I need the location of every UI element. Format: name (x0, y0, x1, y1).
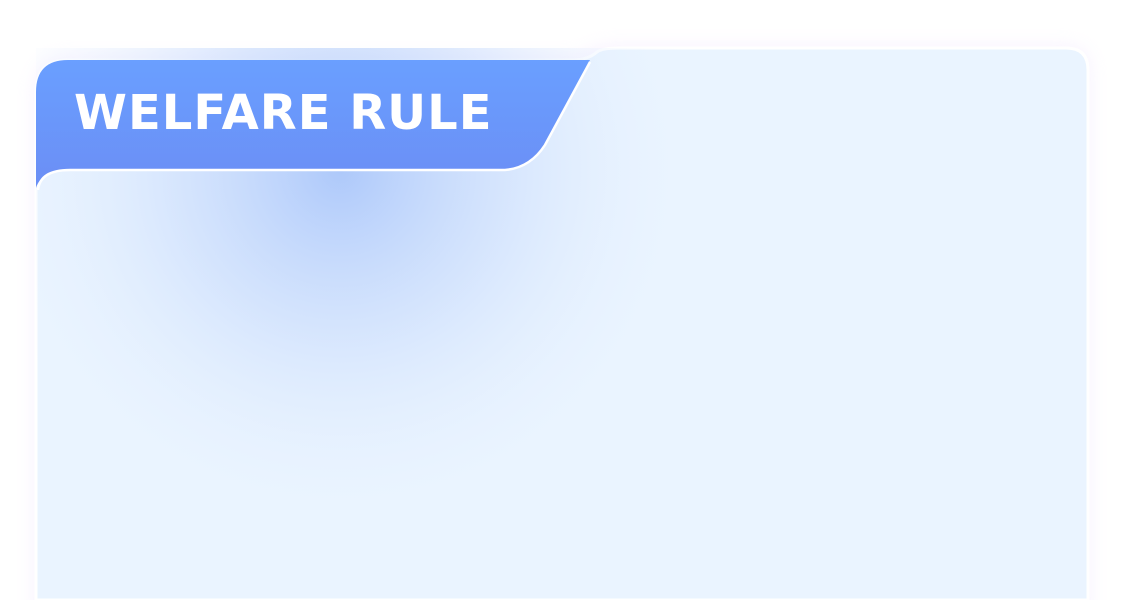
card-content-area (40, 172, 1085, 600)
welfare-rule-card: WELFARE RULE (0, 0, 1125, 600)
card-title: WELFARE RULE (74, 85, 493, 141)
